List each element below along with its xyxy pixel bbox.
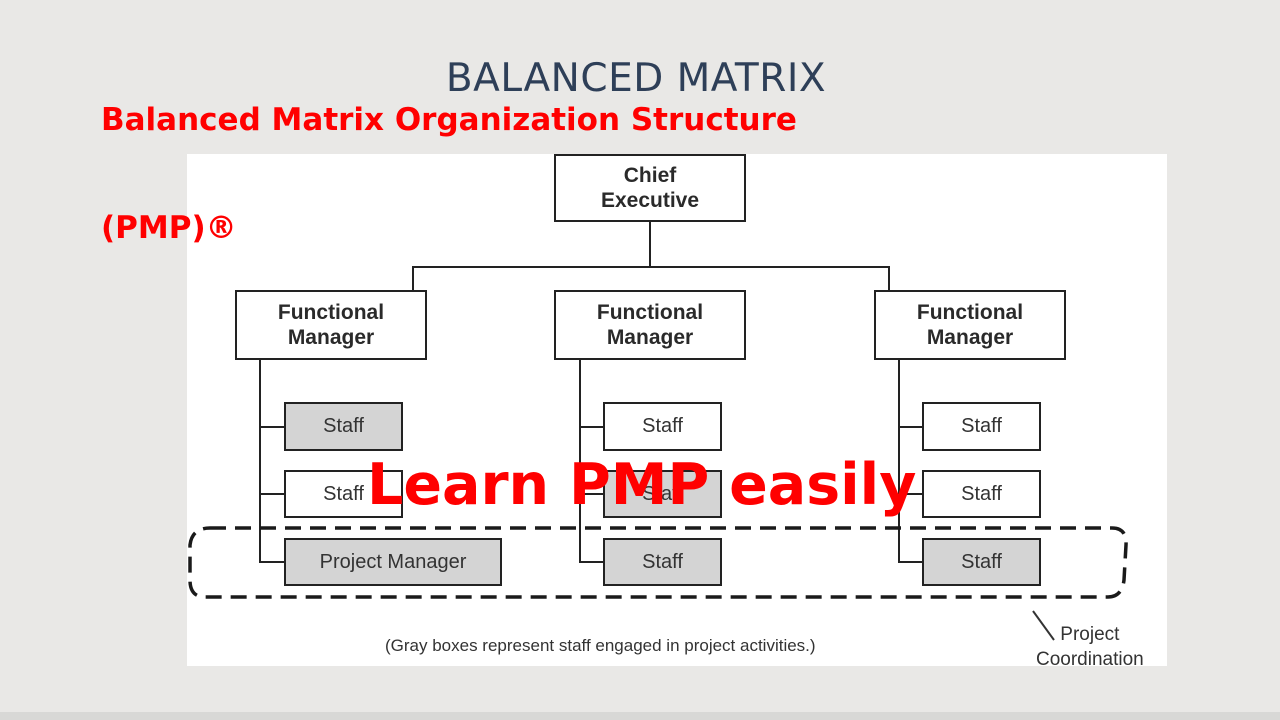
video-title-line-2: (PMP)®: [101, 210, 237, 246]
project-coordination-outline: [188, 526, 1128, 599]
learn-pmp-watermark: Learn PMP easily: [367, 452, 917, 518]
bottom-strip: [0, 712, 1280, 720]
diagram-caption: (Gray boxes represent staff engaged in p…: [385, 636, 816, 655]
project-coordination-label: Project Coordination: [1036, 624, 1144, 670]
video-title-line-1: Balanced Matrix Organization Structure: [101, 102, 797, 138]
